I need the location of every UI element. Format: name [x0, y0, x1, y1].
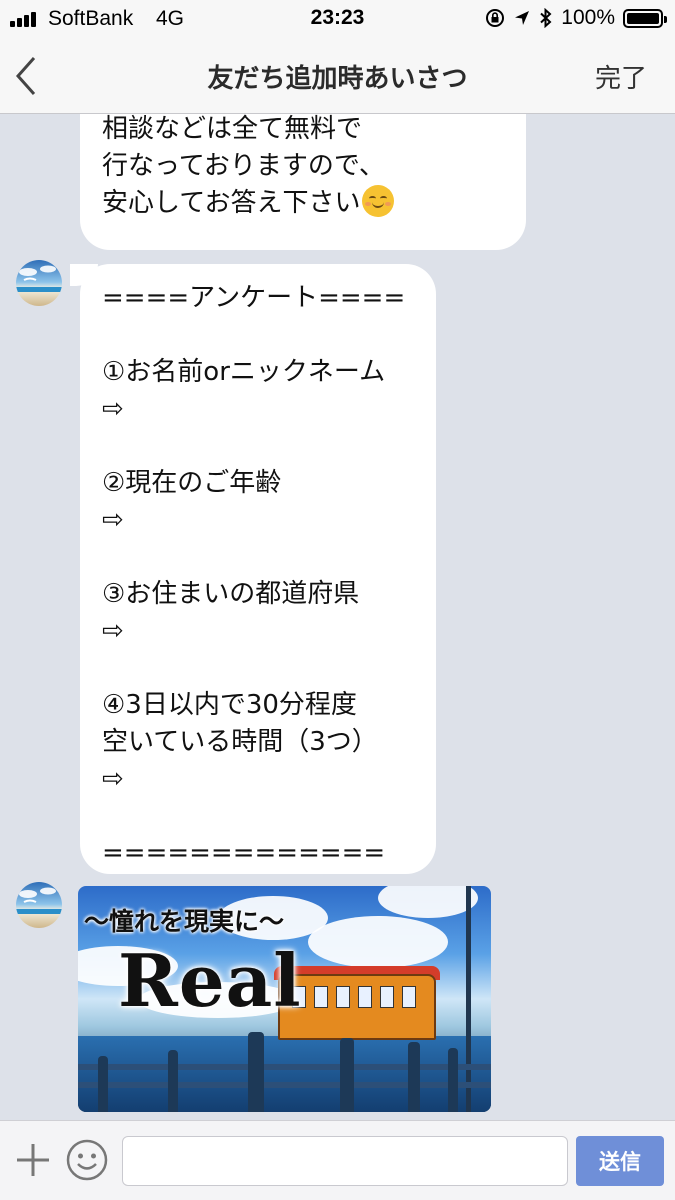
chevron-left-icon: [15, 57, 36, 95]
message-line: ⇨: [102, 764, 124, 794]
message-line: [102, 650, 414, 687]
plus-icon: [17, 1144, 49, 1176]
message-line: [102, 428, 414, 465]
status-bar: SoftBank 4G 23:23 100%: [0, 0, 675, 38]
message-line: 行なっておりますので、: [102, 151, 385, 181]
message-line: 相談などは全て無料で: [102, 114, 363, 144]
beach-avatar-icon: [16, 265, 62, 292]
message-line: [102, 539, 414, 576]
smiley-face-icon: [66, 1139, 108, 1181]
message-line: 空いている時間（3つ）: [102, 727, 378, 757]
page-title: 友だち追加時あいさつ: [207, 64, 468, 94]
message-bubble: ====アンケート==== ①お名前orニックネーム ⇨ ②現在のご年齢 ⇨ ③…: [70, 264, 436, 874]
image-tagline: 〜憧れを現実に〜: [84, 907, 285, 936]
message-line: ③お住まいの都道府県: [102, 579, 360, 609]
image-title: Real: [118, 938, 302, 1023]
avatar[interactable]: [16, 882, 62, 928]
relieved-smile-emoji-icon: [362, 185, 395, 217]
message-line: ====アンケート====: [102, 283, 406, 313]
message-line: ⇨: [102, 394, 124, 424]
battery-icon: [623, 8, 667, 28]
location-arrow-icon: [515, 11, 530, 25]
done-button[interactable]: 完了: [595, 58, 647, 95]
battery-percentage: 100%: [561, 6, 615, 29]
message-line: [102, 798, 414, 835]
message-input[interactable]: [122, 1136, 568, 1186]
message-line: [102, 317, 414, 354]
line-chat-screen: SoftBank 4G 23:23 100% 友だち追加時あいさつ 完了 相談な…: [0, 0, 675, 1200]
message-input-bar: 送信: [0, 1120, 675, 1200]
message-line: ④3日以内で30分程度: [102, 690, 357, 720]
message-list[interactable]: 相談などは全て無料で 行なっておりますので、 安心してお答え下さい ====アン…: [0, 114, 675, 1120]
message-line: 安心してお答え下さい: [102, 185, 504, 222]
orientation-lock-icon: [486, 9, 505, 27]
navigation-bar: 友だち追加時あいさつ 完了: [0, 38, 675, 114]
send-button[interactable]: 送信: [576, 1136, 664, 1186]
image-message[interactable]: 〜憧れを現実に〜 Real: [78, 886, 491, 1112]
back-button[interactable]: [8, 54, 48, 98]
add-attachment-button[interactable]: [14, 1141, 52, 1179]
message-line: =============: [102, 838, 386, 868]
message-line: ⇨: [102, 616, 124, 646]
message-line: ①お名前orニックネーム: [102, 357, 386, 387]
message-bubble: 相談などは全て無料で 行なっておりますので、 安心してお答え下さい: [80, 114, 526, 250]
battery-level-fill: [627, 12, 659, 24]
message-line: ②現在のご年齢: [102, 468, 282, 498]
message-line: ⇨: [102, 505, 124, 535]
avatar[interactable]: [16, 260, 62, 306]
emoji-button[interactable]: [66, 1139, 108, 1181]
beach-avatar-icon: [16, 887, 62, 914]
bluetooth-icon: [540, 8, 552, 28]
message-line-text: 安心してお答え下さい: [102, 188, 361, 218]
status-indicators: 100%: [485, 6, 667, 30]
